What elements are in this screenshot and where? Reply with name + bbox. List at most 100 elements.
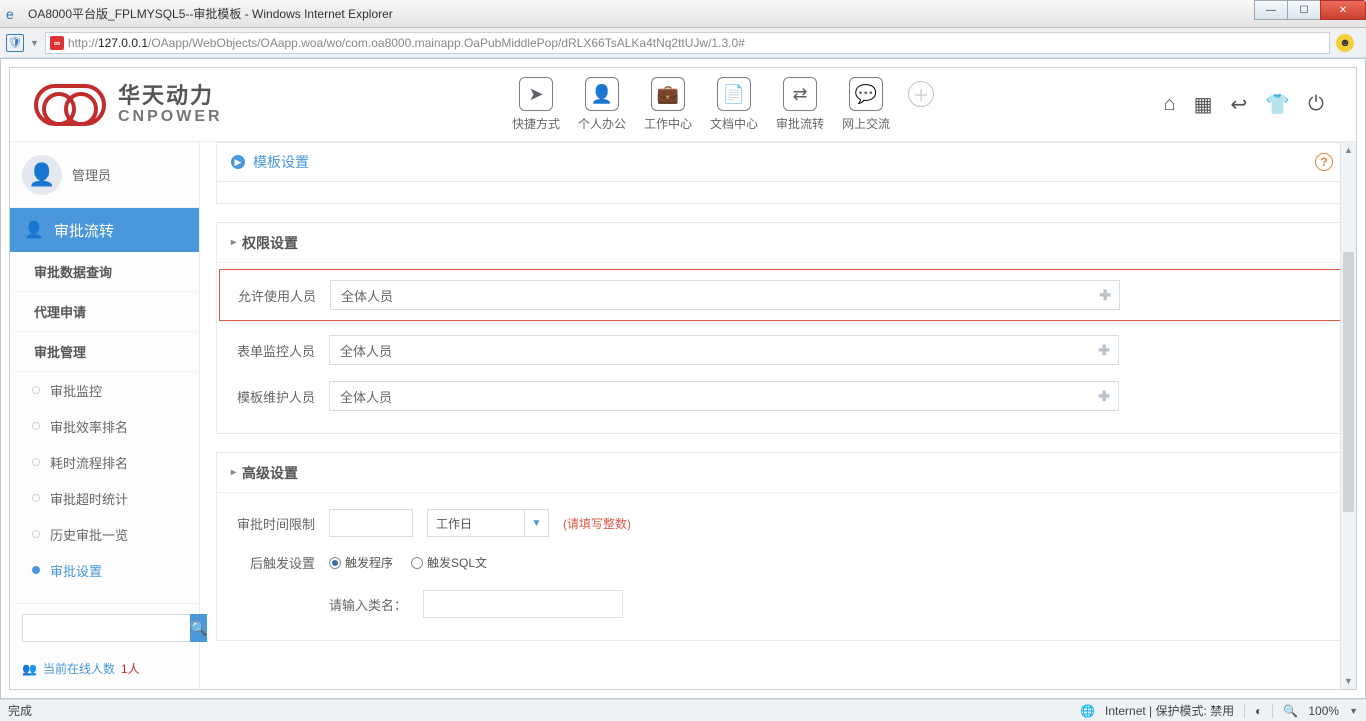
permission-section-header[interactable]: ▸ 权限设置 — [217, 223, 1343, 263]
time-hint: (请填写整数) — [563, 515, 631, 532]
power-icon[interactable]: ⏻ — [1308, 93, 1324, 116]
advanced-section: ▸ 高级设置 审批时间限制 工作日 ▼ (请填写整数 — [216, 452, 1344, 641]
allow-users-picker[interactable]: 全体人员 ✚ — [330, 280, 1120, 310]
allow-users-label: 允许使用人员 — [232, 286, 316, 305]
maintain-users-picker[interactable]: 全体人员 ✚ — [329, 381, 1119, 411]
scroll-down-icon[interactable]: ▼ — [1341, 673, 1356, 689]
topnav-quick[interactable]: ➤快捷方式 — [512, 77, 560, 132]
trigger-sql-radio[interactable]: 触发SQL文 — [411, 554, 487, 571]
sidebar-sub-efficiency[interactable]: 审批效率排名 — [10, 408, 199, 444]
caret-icon: ▸ — [231, 467, 236, 478]
time-limit-input[interactable] — [329, 509, 413, 537]
sidebar-search-input[interactable] — [22, 614, 190, 642]
home-icon[interactable]: ⌂ — [1164, 93, 1176, 116]
chat-icon: 💬 — [849, 77, 883, 111]
status-mode: Internet | 保护模式: 禁用 — [1105, 702, 1234, 719]
globe-icon: 🌐 — [1080, 704, 1095, 718]
reply-icon[interactable]: ↩ — [1231, 92, 1248, 117]
person-flow-icon: 👤 — [24, 220, 44, 240]
window-titlebar: e OA8000平台版_FPLMYSQL5--审批模板 - Windows In… — [0, 0, 1366, 28]
url-text: http://127.0.0.1/OAapp/WebObjects/OAapp.… — [68, 36, 745, 50]
add-icon[interactable]: ✚ — [1098, 342, 1110, 359]
zoom-dropdown-icon[interactable]: ▼ — [1349, 706, 1358, 716]
window-minimize-button[interactable]: — — [1254, 0, 1288, 20]
monitor-users-label: 表单监控人员 — [231, 341, 315, 360]
send-icon: ➤ — [519, 77, 553, 111]
logo-mark-icon — [34, 84, 106, 126]
avatar-icon: 👤 — [22, 155, 62, 195]
zoom-value: 100% — [1308, 704, 1339, 718]
window-maximize-button[interactable]: ☐ — [1287, 0, 1321, 20]
sidebar-item-query[interactable]: 审批数据查询 — [10, 252, 199, 292]
highlighted-row: 允许使用人员 全体人员 ✚ — [219, 269, 1341, 321]
brand-name-cn: 华天动力 — [118, 84, 223, 108]
top-nav: ➤快捷方式 👤个人办公 💼工作中心 📄文档中心 ⇄审批流转 💬网上交流 ＋ — [452, 77, 934, 132]
monitor-users-picker[interactable]: 全体人员 ✚ — [329, 335, 1119, 365]
user-box[interactable]: 👤 管理员 — [10, 142, 199, 208]
page-header: 华天动力 CNPOWER ➤快捷方式 👤个人办公 💼工作中心 📄文档中心 ⇄审批… — [10, 68, 1356, 142]
sidebar-active-approval[interactable]: 👤 审批流转 — [10, 208, 199, 252]
dropdown-icon[interactable]: ▼ — [30, 38, 39, 48]
person-icon: 👤 — [585, 77, 619, 111]
sidebar-search: 🔍 — [10, 603, 199, 652]
apps-icon[interactable]: ▦ — [1194, 92, 1213, 117]
sidebar-sub-duration[interactable]: 耗时流程排名 — [10, 444, 199, 480]
help-icon[interactable]: ? — [1315, 153, 1333, 171]
topnav-add-button[interactable]: ＋ — [908, 81, 934, 107]
people-icon: 👥 — [22, 662, 37, 676]
briefcase-icon: 💼 — [651, 77, 685, 111]
advanced-section-header[interactable]: ▸ 高级设置 — [217, 453, 1343, 493]
bullet-icon: ▶ — [231, 155, 245, 169]
add-icon[interactable]: ✚ — [1098, 388, 1110, 405]
address-bar: 🛡 ▼ ∞ http://127.0.0.1/OAapp/WebObjects/… — [0, 28, 1366, 58]
sidebar-sub-history[interactable]: 历史审批一览 — [10, 516, 199, 552]
topnav-workcenter[interactable]: 💼工作中心 — [644, 77, 692, 132]
dropdown-icon: ▼ — [524, 510, 548, 536]
smiley-icon[interactable]: ☻ — [1336, 34, 1354, 52]
time-limit-label: 审批时间限制 — [231, 514, 315, 533]
sidebar-item-proxy[interactable]: 代理申请 — [10, 292, 199, 332]
security-shield-icon[interactable]: 🛡 — [6, 34, 24, 52]
ie-icon: e — [6, 6, 22, 22]
trigger-program-radio[interactable]: 触发程序 — [329, 554, 393, 571]
status-tools-icon[interactable]: ◐ — [1255, 704, 1262, 718]
panel-strip — [216, 182, 1344, 204]
url-input[interactable]: ∞ http://127.0.0.1/OAapp/WebObjects/OAap… — [45, 32, 1330, 54]
panel-title: 模板设置 — [253, 152, 309, 172]
classname-label: 请输入类名： — [329, 595, 407, 614]
brand-name-en: CNPOWER — [118, 108, 223, 126]
online-count[interactable]: 👥 当前在线人数 1人 — [10, 652, 199, 689]
sidebar-active-label: 审批流转 — [54, 220, 114, 241]
classname-input[interactable] — [423, 590, 623, 618]
sidebar-sub-timeout[interactable]: 审批超时统计 — [10, 480, 199, 516]
shirt-icon[interactable]: 👕 — [1265, 92, 1290, 117]
content-area: ▶ 模板设置 ? ▸ 权限设置 — [200, 142, 1356, 689]
document-icon: 📄 — [717, 77, 751, 111]
topnav-doccenter[interactable]: 📄文档中心 — [710, 77, 758, 132]
flow-icon: ⇄ — [783, 77, 817, 111]
permission-section: ▸ 权限设置 允许使用人员 全体人员 ✚ — [216, 222, 1344, 434]
sidebar-sub-settings[interactable]: 审批设置 — [10, 552, 199, 588]
sidebar: 👤 管理员 👤 审批流转 审批数据查询 代理申请 审批管理 审批监控 审批效率排… — [10, 142, 200, 689]
username: 管理员 — [72, 165, 111, 184]
topnav-approval[interactable]: ⇄审批流转 — [776, 77, 824, 132]
trigger-label: 后触发设置 — [231, 553, 315, 572]
scroll-thumb[interactable] — [1343, 252, 1354, 512]
topnav-personal[interactable]: 👤个人办公 — [578, 77, 626, 132]
add-icon[interactable]: ✚ — [1099, 287, 1111, 304]
vertical-scrollbar[interactable]: ▲ ▼ — [1340, 142, 1356, 689]
sidebar-item-manage[interactable]: 审批管理 — [10, 332, 199, 372]
sidebar-sub-monitor[interactable]: 审批监控 — [10, 372, 199, 408]
window-title: OA8000平台版_FPLMYSQL5--审批模板 - Windows Inte… — [28, 5, 393, 22]
zoom-icon[interactable]: 🔍 — [1283, 704, 1298, 718]
scroll-up-icon[interactable]: ▲ — [1341, 142, 1356, 158]
window-close-button[interactable]: ✕ — [1320, 0, 1366, 20]
maintain-users-label: 模板维护人员 — [231, 387, 315, 406]
caret-icon: ▸ — [231, 237, 236, 248]
status-left: 完成 — [8, 702, 32, 719]
topnav-chat[interactable]: 💬网上交流 — [842, 77, 890, 132]
brand-logo[interactable]: 华天动力 CNPOWER — [34, 84, 223, 126]
panel-header: ▶ 模板设置 ? — [216, 142, 1344, 182]
time-unit-select[interactable]: 工作日 ▼ — [427, 509, 549, 537]
site-icon: ∞ — [50, 36, 64, 50]
